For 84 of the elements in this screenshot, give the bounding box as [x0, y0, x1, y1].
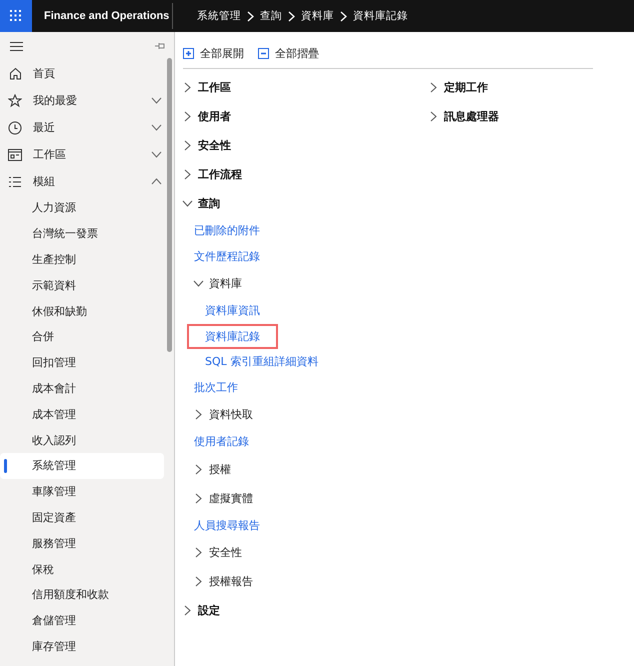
tree-group[interactable]: 授權報告 — [183, 567, 429, 596]
chevron-up-icon — [151, 178, 162, 185]
module-item[interactable]: 收入認列 — [0, 427, 164, 453]
waffle-icon — [10, 10, 22, 22]
module-item[interactable]: 台灣統一發票 — [0, 220, 164, 247]
module-item[interactable]: 成本會計 — [0, 376, 164, 402]
toolbar-button[interactable]: 全部摺疊 — [258, 46, 319, 60]
chevron-right-icon — [184, 111, 191, 122]
breadcrumb-link[interactable]: 查詢 — [260, 9, 282, 23]
app-title: Finance and Operations — [43, 10, 170, 22]
module-item[interactable]: 倉儲管理 — [0, 608, 164, 634]
module-item[interactable]: 成本管理 — [0, 401, 164, 428]
tree-link[interactable]: 資料庫資訊 — [205, 303, 260, 318]
module-item[interactable]: 系統管理 — [0, 452, 164, 479]
expand-all-icon — [183, 48, 194, 58]
chevron-right-icon — [195, 576, 202, 587]
nav-item[interactable]: 首頁 — [0, 60, 174, 87]
module-item[interactable]: 休假和缺勤 — [0, 298, 164, 324]
chevron-right-icon — [184, 140, 191, 151]
chevron-down-icon — [151, 124, 162, 131]
pin-icon[interactable] — [155, 42, 166, 50]
tree-group[interactable]: 定期工作 — [429, 73, 499, 102]
module-item[interactable]: 服務管理 — [0, 530, 164, 556]
toolbar-button[interactable]: 全部展開 — [183, 46, 244, 60]
tree-group[interactable]: 虛擬實體 — [183, 484, 429, 512]
tree-group[interactable]: 查詢 — [183, 189, 429, 218]
tree-link[interactable]: 批次工作 — [194, 380, 238, 395]
breadcrumb-link[interactable]: 資料庫 — [301, 9, 334, 23]
chevron-down-icon — [151, 97, 162, 104]
tree-group[interactable]: 資料庫 — [183, 269, 429, 298]
tree-link[interactable]: 文件歷程記錄 — [194, 248, 260, 264]
tree-link[interactable]: 已刪除的附件 — [194, 223, 260, 238]
module-item[interactable]: 庫存管理 — [0, 634, 164, 660]
tree-group[interactable]: 授權 — [183, 454, 429, 484]
module-item[interactable]: 人力資源 — [0, 195, 164, 221]
chevron-right-icon — [430, 111, 437, 122]
chevron-right-icon — [195, 409, 202, 420]
module-item[interactable]: 回扣管理 — [0, 350, 164, 376]
chevron-right-icon — [247, 10, 254, 22]
chevron-right-icon — [195, 464, 202, 474]
collapse-all-icon — [258, 48, 269, 58]
star-icon — [8, 94, 22, 108]
chevron-right-icon — [195, 547, 202, 558]
nav-item[interactable]: 模組 — [0, 168, 174, 195]
tree-group[interactable]: 工作區 — [183, 73, 429, 102]
tree-group[interactable]: 安全性 — [183, 131, 429, 160]
menu-icon[interactable] — [10, 42, 23, 50]
chevron-right-icon — [184, 605, 191, 616]
list-icon — [8, 176, 22, 188]
chevron-right-icon — [288, 10, 295, 22]
chevron-down-icon — [151, 151, 162, 158]
nav-item[interactable]: 工作區 — [0, 141, 174, 168]
tree-group[interactable]: 設定 — [183, 596, 429, 625]
nav-item[interactable]: 最近 — [0, 114, 174, 141]
chevron-down-icon — [182, 200, 193, 207]
tree-link[interactable]: 使用者記錄 — [194, 434, 249, 450]
clock-icon — [8, 120, 22, 134]
tree-link[interactable]: 人員搜尋報告 — [194, 518, 260, 533]
chevron-down-icon — [193, 280, 204, 287]
module-item[interactable]: 生產控制 — [0, 246, 164, 272]
breadcrumb-link[interactable]: 系統管理 — [197, 9, 241, 23]
tree-group[interactable]: 使用者 — [183, 102, 429, 131]
tree-group[interactable]: 工作流程 — [183, 160, 429, 189]
module-item[interactable]: 合併 — [0, 324, 164, 350]
chevron-right-icon — [430, 82, 437, 93]
module-item[interactable]: 示範資料 — [0, 272, 164, 298]
module-item[interactable]: 固定資產 — [0, 504, 164, 530]
tree-group[interactable]: 資料快取 — [183, 400, 429, 429]
module-item[interactable]: 車隊管理 — [0, 478, 164, 505]
workspace-icon — [8, 148, 22, 160]
chevron-right-icon — [184, 169, 191, 180]
tree-link[interactable]: SQL 索引重組詳細資料 — [205, 354, 318, 370]
module-item[interactable]: 保稅 — [0, 556, 164, 582]
tree-group[interactable]: 訊息處理器 — [429, 102, 499, 131]
app-launcher-button[interactable] — [0, 0, 32, 32]
nav-item[interactable]: 我的最愛 — [0, 87, 174, 114]
breadcrumb-link[interactable]: 資料庫記錄 — [353, 9, 408, 23]
home-icon — [8, 67, 22, 80]
chevron-right-icon — [195, 492, 202, 504]
tree-link[interactable]: 資料庫記錄 — [187, 324, 278, 349]
module-item[interactable]: 信用額度和收款 — [0, 582, 164, 608]
chevron-right-icon — [340, 10, 347, 22]
tree-group[interactable]: 安全性 — [183, 538, 429, 567]
chevron-right-icon — [184, 82, 191, 93]
